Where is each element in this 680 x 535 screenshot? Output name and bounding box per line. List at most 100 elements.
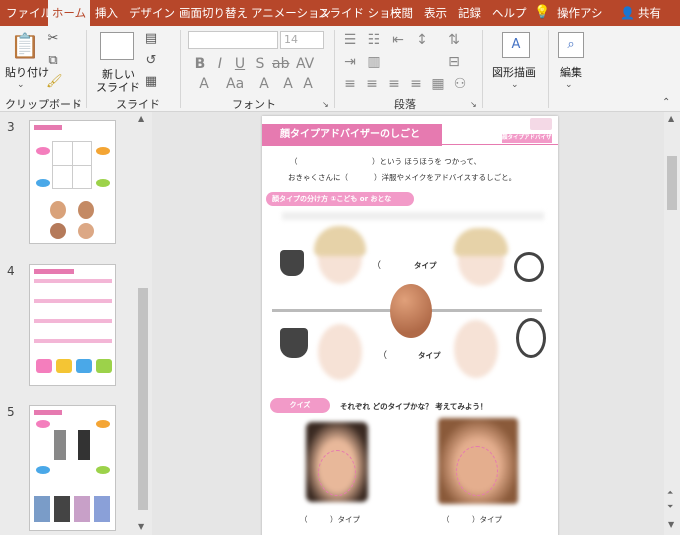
underline-icon[interactable]: U [232, 56, 248, 72]
text-direction-icon[interactable]: ⇅ [446, 32, 462, 48]
logo-icon [530, 118, 552, 130]
bullets-icon[interactable]: ☰ [342, 32, 358, 48]
align-left-icon[interactable]: ≡ [342, 76, 358, 92]
change-case-icon[interactable]: Aa [226, 76, 244, 92]
illustration-hair [454, 228, 508, 256]
font-color-icon[interactable]: A [196, 76, 212, 92]
face-outline [318, 450, 356, 496]
tab-review[interactable]: 校閲 [390, 0, 420, 26]
font-group-label: フォント [232, 98, 276, 111]
shadow-icon[interactable]: S [252, 56, 268, 72]
tell-me-search[interactable]: 操作アシ [557, 0, 605, 26]
title-underline [442, 144, 558, 145]
scroll-down-icon[interactable]: ▼ [138, 522, 144, 531]
slide-vertical-scrollbar[interactable]: ▲ ⏶ ⏷ ▼ [664, 112, 680, 535]
tab-transitions[interactable]: 画面切り替え [179, 0, 249, 26]
columns-icon[interactable]: ▥ [366, 54, 382, 70]
answer-left: （ ）タイプ [300, 515, 360, 524]
tab-animations[interactable]: アニメーション [251, 0, 331, 26]
slide-thumbnail[interactable] [29, 405, 116, 531]
cut-icon[interactable]: ✂ [46, 32, 60, 46]
decrease-indent-icon[interactable]: ⇤ [390, 32, 406, 48]
scroll-up-icon[interactable]: ▲ [668, 114, 674, 123]
new-slide-label-2[interactable]: スライド [96, 79, 140, 95]
scrollbar-thumb[interactable] [667, 156, 677, 210]
dialog-launcher-icon[interactable]: ↘ [322, 98, 329, 112]
shrink-font-icon[interactable]: A [280, 76, 296, 92]
bold-icon[interactable]: B [192, 56, 208, 72]
tab-home[interactable]: ホーム [48, 0, 90, 26]
italic-icon[interactable]: I [212, 56, 228, 72]
section-icon[interactable]: ▦ [144, 75, 158, 89]
increase-indent-icon[interactable]: ⇥ [342, 54, 358, 70]
font-name-field[interactable] [188, 31, 278, 49]
illustration-hair [314, 226, 366, 256]
answer-right: （ ）タイプ [442, 515, 502, 524]
share-button[interactable]: 共有 [638, 0, 668, 26]
collapse-ribbon-icon[interactable]: ⌃ [662, 96, 670, 110]
strikethrough-icon[interactable]: ab [272, 56, 289, 72]
ribbon-tab-bar: ファイル ホーム 挿入 デザイン 画面切り替え アニメーション スライド ショー… [0, 0, 680, 26]
chevron-down-icon[interactable]: ⌄ [17, 78, 25, 92]
char-spacing-icon[interactable]: AV [296, 56, 314, 72]
tab-insert[interactable]: 挿入 [95, 0, 123, 26]
lightbulb-icon[interactable]: 💡 [534, 0, 550, 26]
chevron-down-icon[interactable]: ⌄ [565, 78, 573, 92]
align-text-icon[interactable]: ⊟ [446, 54, 462, 70]
type-label-bottom: タイプ [418, 351, 441, 360]
slide-thumbnail[interactable] [29, 120, 116, 244]
tab-record[interactable]: 記録 [458, 0, 488, 26]
slide-number: 5 [7, 405, 15, 419]
current-slide[interactable]: 顔タイプアドバイザーのしごと 顔タイプアドバイザー （ ）という ほうほうを つ… [262, 116, 558, 535]
next-slide-icon[interactable]: ⏷ [667, 502, 673, 512]
scroll-up-icon[interactable]: ▲ [138, 114, 144, 123]
person-icon[interactable]: 👤 [620, 0, 635, 26]
smartart-icon[interactable]: ⚇ [452, 76, 468, 92]
distribute-icon[interactable]: ▦ [430, 76, 446, 92]
paragraph-group-label: 段落 [394, 98, 416, 111]
tab-slideshow[interactable]: スライド ショー [318, 0, 402, 26]
tab-file[interactable]: ファイル [6, 0, 52, 26]
align-right-icon[interactable]: ≡ [386, 76, 402, 92]
previous-slide-icon[interactable]: ⏶ [667, 488, 673, 498]
group-separator [334, 30, 335, 108]
egg-icon [390, 284, 432, 338]
dialog-launcher-icon[interactable]: ↘ [470, 98, 477, 112]
section-header[interactable]: 顔タイプの分け方 ①こども or おとな [266, 192, 414, 206]
tab-view[interactable]: 表示 [424, 0, 454, 26]
chevron-down-icon[interactable]: ⌄ [511, 78, 519, 92]
scrollbar-thumb[interactable] [138, 288, 148, 510]
tab-help[interactable]: ヘルプ [492, 0, 527, 26]
reset-icon[interactable]: ↺ [144, 54, 158, 68]
oval-face-icon [516, 318, 546, 358]
blurred-text [282, 212, 544, 220]
dialog-launcher-icon[interactable]: ↘ [74, 98, 81, 112]
scroll-down-icon[interactable]: ▼ [668, 520, 674, 529]
bracket-open: （ [378, 351, 388, 361]
group-separator [86, 30, 87, 108]
face-outline [456, 446, 498, 496]
tab-design[interactable]: デザイン [129, 0, 175, 26]
justify-icon[interactable]: ≡ [408, 76, 424, 92]
line-spacing-icon[interactable]: ↕ [414, 32, 430, 48]
quiz-label[interactable]: クイズ [270, 398, 330, 413]
intro-line-1: ）という ほうほうを つかって、 [372, 157, 482, 166]
font-size-field[interactable]: 14 [280, 31, 324, 49]
thumbnail-scrollbar[interactable]: ▲ ▼ [136, 112, 150, 535]
grow-font-icon[interactable]: A [256, 76, 272, 92]
paste-button-label[interactable]: 貼り付け [5, 64, 49, 80]
new-slide-icon[interactable] [100, 32, 134, 60]
illustration-face [318, 324, 362, 380]
shapes-icon[interactable]: A [502, 32, 530, 58]
find-icon[interactable]: ⌕ [558, 32, 584, 58]
paste-icon[interactable]: 📋 [10, 32, 40, 60]
copy-icon[interactable]: ⧉ [46, 54, 60, 68]
format-painter-icon[interactable]: 🖌 [46, 75, 63, 89]
clear-format-icon[interactable]: A [300, 76, 316, 92]
align-center-icon[interactable]: ≡ [364, 76, 380, 92]
slide-title[interactable]: 顔タイプアドバイザーのしごと [262, 124, 442, 146]
numbering-icon[interactable]: ☷ [366, 32, 382, 48]
type-label-top: タイプ [414, 261, 437, 270]
slide-thumbnail[interactable] [29, 264, 116, 386]
layout-icon[interactable]: ▤ [144, 32, 158, 46]
